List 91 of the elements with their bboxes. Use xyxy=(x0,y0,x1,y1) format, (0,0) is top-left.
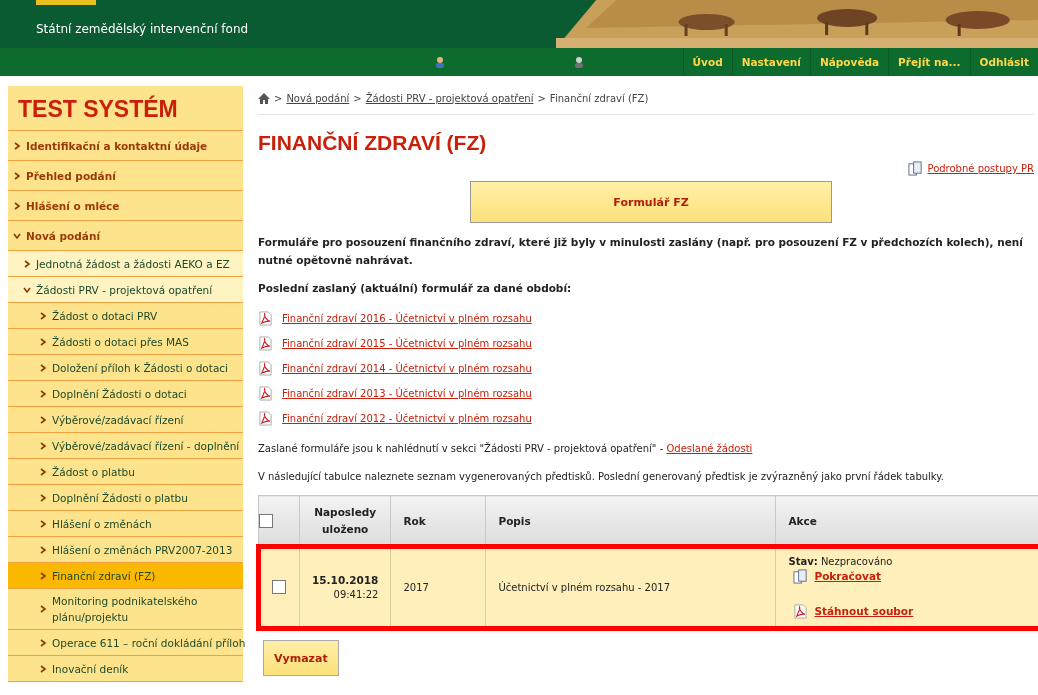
column-header: Rok xyxy=(390,495,486,547)
status-label: Stav: xyxy=(788,555,818,567)
pdf-icon xyxy=(258,411,273,426)
chevron-icon xyxy=(39,311,47,320)
sent-requests-link[interactable]: Odeslané žádosti xyxy=(666,443,753,454)
action-link[interactable]: Pokračovat xyxy=(814,570,881,582)
sidebar-item[interactable]: Žádost o platbu xyxy=(8,459,243,485)
chevron-icon xyxy=(39,415,47,424)
procedures-link[interactable]: Podrobné postupy PR xyxy=(927,163,1034,174)
sidebar-item[interactable]: Žádosti PRV - projektová opatření xyxy=(8,277,243,303)
person-icon[interactable] xyxy=(573,56,585,68)
sidebar-item[interactable]: Výběrové/zadávací řízení xyxy=(8,407,243,433)
page-title: FINANČNÍ ZDRAVÍ (FZ) xyxy=(258,131,488,155)
breadcrumb-separator: > xyxy=(274,92,283,104)
sidebar-item[interactable]: Inovační deník xyxy=(8,656,243,682)
breadcrumb-link[interactable]: Nová podání xyxy=(286,92,350,104)
pdf-icon xyxy=(258,336,273,351)
chevron-icon xyxy=(39,389,47,398)
form-button[interactable]: Formulář FZ xyxy=(470,181,832,223)
sidebar-item[interactable]: Monitoring podnikatelského plánu/projektu xyxy=(8,589,243,630)
pdf-link[interactable]: Finanční zdraví 2012 - Účetnictví v plném rozsahu xyxy=(282,413,532,424)
chevron-icon xyxy=(39,467,47,476)
delete-button[interactable]: Vymazat xyxy=(263,640,339,676)
column-header: Akce xyxy=(775,495,1038,547)
sidebar-item[interactable]: Přehled podání xyxy=(8,161,243,191)
chevron-icon xyxy=(39,605,47,613)
sidebar-item[interactable]: Žádosti o dotaci přes MAS xyxy=(8,329,243,355)
breadcrumb-separator: > xyxy=(537,92,546,104)
pdf-icon xyxy=(258,311,273,326)
row-checkbox[interactable] xyxy=(272,580,286,594)
table-cell: Účetnictví v plném rozsahu - 2017 xyxy=(485,546,776,628)
nav-link[interactable]: Nastavení xyxy=(731,48,810,76)
sidebar-item[interactable]: Výběrové/zadávací řízení - doplnění xyxy=(8,433,243,459)
sidebar-item[interactable]: Doplnění Žádosti o dotaci xyxy=(8,381,243,407)
chevron-icon xyxy=(39,337,47,346)
system-title: TEST SYSTÉM xyxy=(8,86,243,131)
nav-link[interactable]: Přejít na... xyxy=(888,48,970,76)
chevron-icon xyxy=(39,493,47,502)
pdf-link[interactable]: Finanční zdraví 2016 - Účetnictví v plném rozsahu xyxy=(282,313,532,324)
chevron-icon xyxy=(13,201,21,210)
document-icon xyxy=(908,161,924,176)
sidebar-item[interactable]: Žádost o dotaci PRV xyxy=(8,303,243,329)
pdf-link[interactable]: Finanční zdraví 2013 - Účetnictví v plném rozsahu xyxy=(282,388,532,399)
column-header: Naposledy uloženo xyxy=(299,495,391,547)
chevron-icon xyxy=(13,231,21,240)
pdf-link[interactable]: Finanční zdraví 2014 - Účetnictví v plném rozsahu xyxy=(282,363,532,374)
column-header: Popis xyxy=(485,495,776,547)
sidebar-item[interactable]: Finanční zdraví (FZ) xyxy=(8,563,243,589)
chevron-icon xyxy=(39,571,47,580)
nav-link[interactable]: Odhlásit xyxy=(969,48,1038,76)
select-all-checkbox[interactable] xyxy=(259,514,273,528)
sidebar-item[interactable]: Operace 611 – roční dokládání příloh xyxy=(8,630,243,656)
document-icon xyxy=(793,568,809,584)
date-text: 15.10.2018 xyxy=(312,574,379,586)
breadcrumb-link[interactable]: Žádosti PRV - projektová opatření xyxy=(365,92,534,104)
pdf-icon xyxy=(258,361,273,376)
sidebar-item[interactable]: Jednotná žádost a žádosti AEKO a EZ xyxy=(8,251,243,277)
chevron-icon xyxy=(13,141,21,150)
pdf-link[interactable]: Finanční zdraví 2015 - Účetnictví v plném rozsahu xyxy=(282,338,532,349)
note-text: Zaslané formuláře jsou k nahlédnutí v sekci "Žádosti PRV - projektová opatření" - xyxy=(258,443,665,454)
sidebar-item[interactable]: Hlášení o změnách xyxy=(8,511,243,537)
action-link[interactable]: Stáhnout soubor xyxy=(814,605,914,617)
chevron-icon xyxy=(39,638,47,647)
sidebar-item[interactable]: Hlášení o mléce xyxy=(8,191,243,221)
chevron-icon xyxy=(39,664,47,673)
chevron-icon xyxy=(39,545,47,554)
person-icon[interactable] xyxy=(434,56,446,68)
nav-link[interactable]: Úvod xyxy=(682,48,732,76)
breadcrumb-separator: > xyxy=(353,92,362,104)
intro-text: Formuláře pro posouzení finančního zdraví, které již byly v minulosti zaslány (např. pro posouzení FZ v předchozích kolech), není nutné opětovně nahrávat. xyxy=(258,235,1024,268)
home-icon[interactable] xyxy=(258,92,270,104)
pdf-icon xyxy=(793,603,809,619)
pdf-icon xyxy=(258,386,273,401)
chevron-icon xyxy=(39,519,47,528)
agency-name: Státní zemědělský intervenční fond xyxy=(36,22,250,36)
chevron-icon xyxy=(23,285,31,294)
table-note: V následující tabulce naleznete seznam vygenerovaných předtisků. Poslední generovaný předtisk je zvýrazněný jako první řádek tabulky. xyxy=(258,470,945,484)
chevron-icon xyxy=(23,259,31,268)
sidebar-item[interactable]: Identifikační a kontaktní údaje xyxy=(8,131,243,161)
logo-stripe xyxy=(36,0,96,5)
time-text: 09:41:22 xyxy=(332,589,379,600)
table-cell: 2017 xyxy=(390,546,486,628)
sidebar-item[interactable]: Doložení příloh k Žádosti o dotaci xyxy=(8,355,243,381)
status-value: Nezpracováno xyxy=(820,555,893,567)
breadcrumb-current: Finanční zdraví (FZ) xyxy=(549,92,649,104)
nav-link[interactable]: Nápověda xyxy=(809,48,889,76)
chevron-icon xyxy=(13,171,21,180)
section-heading: Poslední zaslaný (aktuální) formulář za dané období: xyxy=(258,281,573,296)
chevron-icon xyxy=(39,363,47,372)
chevron-icon xyxy=(39,441,47,450)
sidebar-item[interactable]: Doplnění Žádosti o platbu xyxy=(8,485,243,511)
